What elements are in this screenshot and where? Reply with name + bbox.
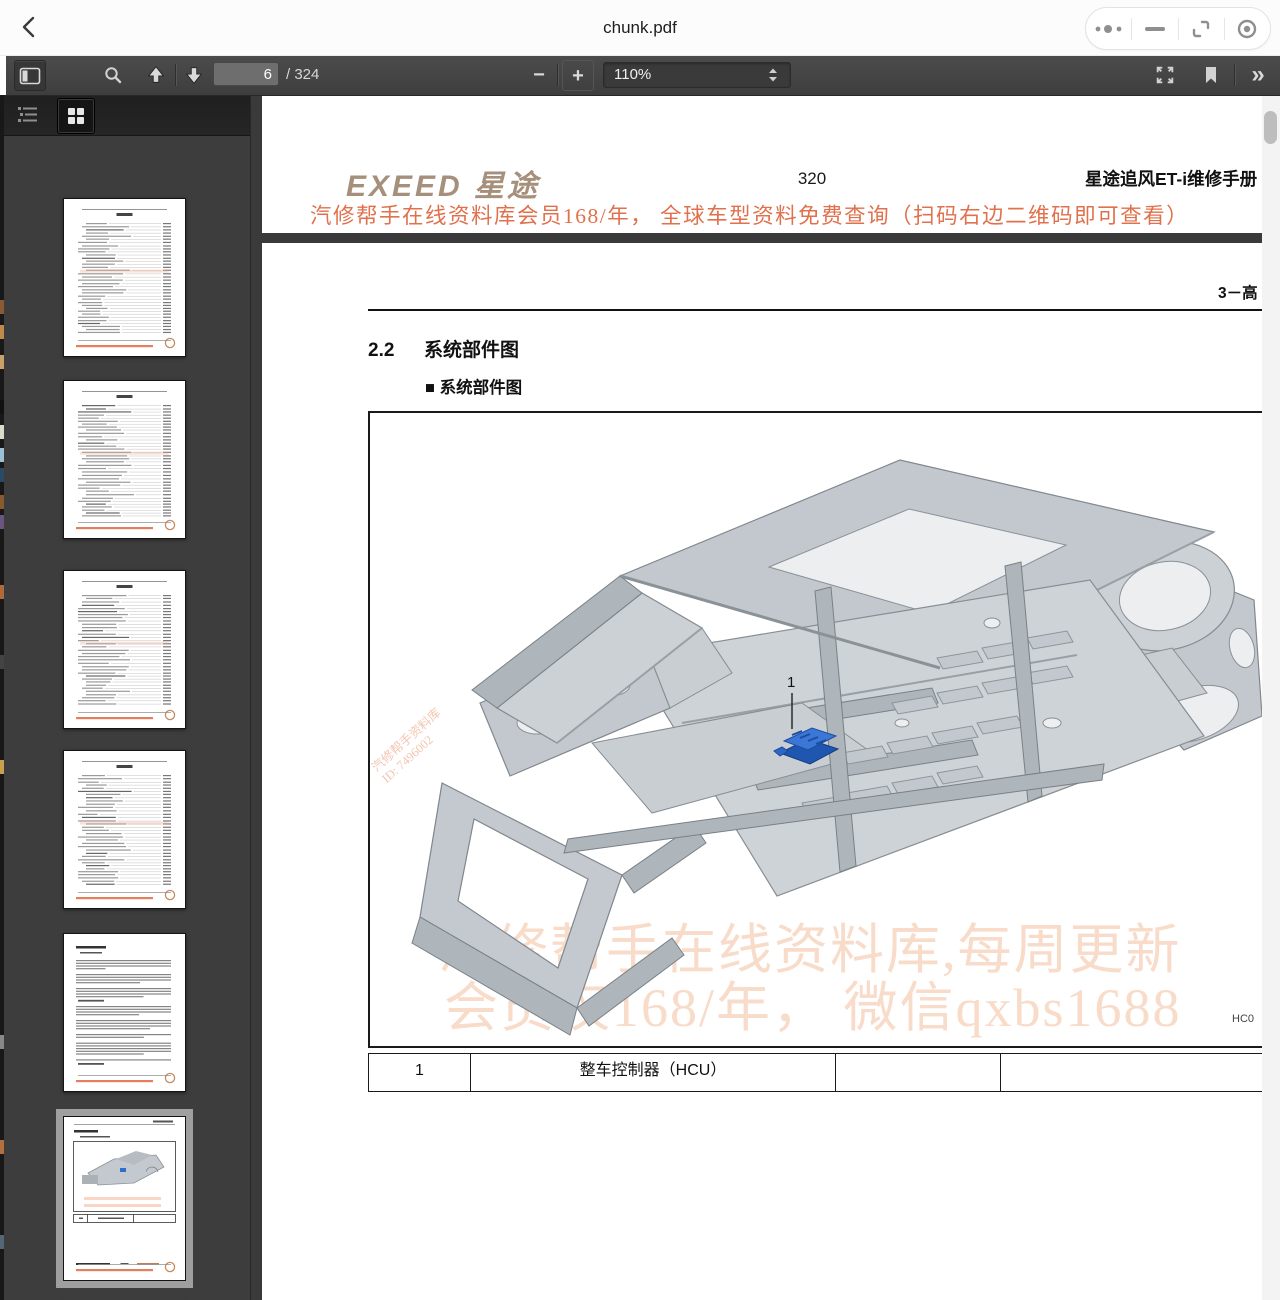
vertical-scrollbar[interactable] [1262,95,1280,1300]
arrow-up-icon [145,64,167,86]
minimize-icon [1143,24,1167,34]
bookmark-button[interactable] [1196,60,1226,89]
zoom-in-button[interactable]: + [562,60,594,91]
search-icon [103,65,123,85]
thumbnail-view-button[interactable] [57,98,95,134]
toggle-sidebar-icon [19,67,41,85]
fullscreen-icon [1154,64,1176,86]
thumbnail-page-2[interactable] [63,380,186,539]
thumbnail-sidebar [0,95,251,1300]
figure-callout-number: 1 [787,674,795,691]
subsection-heading: ■ 系统部件图 [425,374,522,398]
thumbnails-grid-icon [66,106,86,126]
toggle-sidebar-button[interactable] [14,60,46,91]
desktop-edge-artifacts [0,95,4,1300]
window-controls [1085,7,1271,50]
select-spinner-icon [768,68,778,82]
presentation-mode-button[interactable] [1150,60,1180,89]
page-number-input[interactable] [213,62,279,86]
pdf-page-previous: EXEED 星途 320 星途追风ET-i维修手册 汽修帮手在线资料库会员168… [262,95,1262,233]
parts-table-index-cell: 1 [369,1054,471,1091]
page-count-label: / 324 [286,55,319,95]
bookmark-icon [1202,65,1220,85]
chapter-header: 3－高 [1218,281,1258,303]
parts-table-empty-cell [836,1054,1001,1091]
restore-window-icon [1189,17,1213,41]
previous-page-button[interactable] [141,60,171,89]
thumbnail-page-6[interactable] [63,1116,186,1281]
thumbnail-list [0,135,250,1300]
pdf-viewer[interactable]: EXEED 星途 320 星途追风ET-i维修手册 汽修帮手在线资料库会员168… [250,95,1262,1300]
manual-title: 星途追风ET-i维修手册 [1085,166,1257,191]
toolbar-separator [557,64,558,86]
body-in-white-illustration: 1 [372,423,1262,1038]
thumbnail-page-1[interactable] [63,198,186,357]
target-icon [1235,17,1259,41]
more-tools-button[interactable]: » [1243,60,1273,89]
window-titlebar: chunk.pdf [0,0,1280,56]
toolbar-separator [1234,64,1235,86]
sidebar-header [0,95,250,136]
next-page-button[interactable] [179,60,209,89]
zoom-out-button[interactable]: − [524,60,554,89]
figure-box: 汽修帮手资料库 ID: 7496002 汽修帮手在线资料库,每周更新 会员仅16… [368,411,1262,1048]
thumbnail-page-5[interactable] [63,933,186,1092]
parts-table: 1 整车控制器（HCU） [368,1053,1262,1092]
chapter-rule [368,309,1262,311]
footer-page-number: 320 [762,169,862,189]
section-number: 2.2 [368,340,424,362]
arrow-down-icon [183,64,205,86]
zoom-level-value: 110% [614,66,651,83]
figure-code: HC0 [1232,1013,1254,1025]
minimize-button[interactable] [1132,8,1177,49]
restore-window-button[interactable] [1179,8,1224,49]
more-options-button[interactable] [1086,8,1131,49]
pdf-toolbar: / 324 − + 110% » [6,55,1280,96]
section-title: 系统部件图 [424,340,519,361]
scrollbar-thumb[interactable] [1264,111,1277,144]
section-heading: 2.2系统部件图 [368,335,519,362]
subsection-title: 系统部件图 [440,379,523,397]
outline-icon [17,104,39,126]
toolbar-separator [175,64,176,86]
square-bullet-icon: ■ [425,379,435,397]
parts-table-empty-cell [1001,1054,1262,1091]
outline-view-button[interactable] [12,100,44,130]
thumbnail-page-3[interactable] [63,570,186,729]
thumbnail-page-4[interactable] [63,750,186,909]
pdf-page-current: 3－高 2.2系统部件图 ■ 系统部件图 汽修帮手资料库 ID: 7496002… [262,243,1262,1300]
parts-table-name-cell: 整车控制器（HCU） [471,1054,836,1091]
footer-watermark-text: 汽修帮手在线资料库会员168/年， 全球车型资料免费查询（扫码右边二维码即可查看… [310,199,1262,230]
focus-target-button[interactable] [1225,8,1270,49]
zoom-level-select[interactable]: 110% [603,62,791,88]
search-button[interactable] [98,60,128,89]
more-dots-icon [1091,22,1127,36]
